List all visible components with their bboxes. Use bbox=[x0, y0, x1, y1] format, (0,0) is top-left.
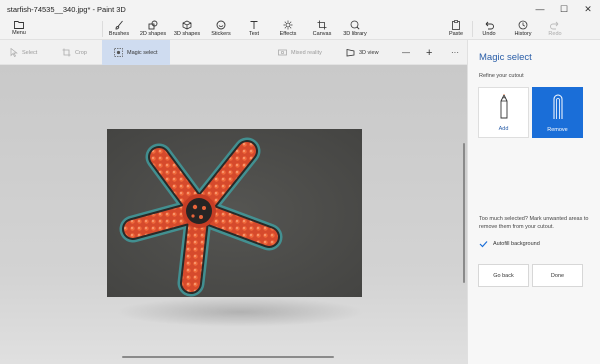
tool-label: 2D shapes bbox=[139, 31, 167, 37]
window-title: starfish-74535__340.jpg* - Paint 3D bbox=[7, 4, 126, 14]
add-label: Add bbox=[498, 126, 509, 132]
more-options-button[interactable]: ··· bbox=[451, 40, 459, 65]
zoom-out-button[interactable]: — bbox=[402, 40, 410, 65]
history-icon bbox=[518, 20, 528, 30]
sticker-icon bbox=[216, 20, 226, 30]
horizontal-scrollbar[interactable] bbox=[122, 356, 334, 358]
starfish-illustration bbox=[107, 129, 362, 297]
panel-title: Magic select bbox=[479, 52, 532, 63]
redo-button[interactable]: Redo bbox=[544, 18, 566, 40]
help-text: Too much selected? Mark unwanted areas t… bbox=[479, 216, 589, 230]
redo-label: Redo bbox=[548, 31, 562, 37]
ribbon-divider bbox=[472, 21, 473, 37]
remove-label: Remove bbox=[547, 127, 568, 133]
magic-select-tool[interactable]: Magic select bbox=[102, 40, 170, 65]
folder-icon bbox=[14, 21, 24, 29]
tool-label: 3D shapes bbox=[173, 31, 201, 37]
tool-stickers[interactable]: Stickers bbox=[206, 18, 236, 40]
checkmark-icon bbox=[479, 241, 488, 248]
done-button[interactable]: Done bbox=[532, 264, 583, 287]
sun-icon bbox=[283, 20, 293, 30]
history-label: History bbox=[514, 31, 532, 37]
canvas-shadow bbox=[115, 297, 365, 327]
crop-label: Crop bbox=[75, 49, 87, 56]
tool-2d-shapes[interactable]: 2D shapes bbox=[136, 18, 170, 40]
tool-options-bar: Select Crop Magic select Mixed reality 3… bbox=[0, 40, 467, 65]
crop-icon bbox=[62, 48, 71, 57]
canvas-area[interactable] bbox=[0, 65, 467, 364]
vertical-scrollbar[interactable] bbox=[463, 143, 465, 283]
undo-label: Undo bbox=[482, 31, 496, 37]
undo-icon bbox=[485, 21, 494, 30]
autofill-label: Autofill background bbox=[493, 241, 540, 247]
tool-canvas[interactable]: Canvas bbox=[308, 18, 336, 40]
add-button[interactable]: Add bbox=[478, 87, 529, 138]
magic-select-panel: Magic select Refine your cutout Add Remo… bbox=[467, 40, 600, 364]
magic-select-icon bbox=[114, 48, 123, 57]
tool-label: Effects bbox=[279, 31, 297, 37]
select-tool[interactable]: Select bbox=[10, 40, 37, 65]
mixed-reality-label: Mixed reality bbox=[291, 49, 322, 56]
menu-label: Menu bbox=[12, 30, 26, 36]
starfish-image[interactable] bbox=[107, 129, 362, 297]
cursor-icon bbox=[10, 48, 18, 57]
tool-label: Canvas bbox=[312, 31, 332, 37]
mixed-reality-button[interactable]: Mixed reality bbox=[278, 40, 322, 65]
view-3d-icon bbox=[346, 49, 355, 57]
ribbon: Menu Brushes 2D shapes 3D shapes Sticker… bbox=[0, 18, 600, 40]
tool-3d-shapes[interactable]: 3D shapes bbox=[170, 18, 204, 40]
paste-button[interactable]: Paste bbox=[444, 18, 468, 40]
3d-view-label: 3D view bbox=[359, 49, 379, 56]
eraser-icon bbox=[553, 94, 562, 119]
pencil-icon bbox=[500, 94, 507, 119]
maximize-button[interactable]: ☐ bbox=[552, 0, 576, 18]
remove-button[interactable]: Remove bbox=[532, 87, 583, 138]
minimize-button[interactable]: — bbox=[528, 0, 552, 18]
select-label: Select bbox=[22, 49, 38, 56]
tool-effects[interactable]: Effects bbox=[274, 18, 302, 40]
menu-button[interactable]: Menu bbox=[6, 18, 32, 40]
tool-label: Brushes bbox=[108, 31, 130, 37]
canvas-icon bbox=[317, 20, 327, 30]
brush-icon bbox=[115, 20, 123, 30]
go-back-button[interactable]: Go back bbox=[478, 264, 529, 287]
title-bar: starfish-74535__340.jpg* - Paint 3D — ☐ … bbox=[0, 0, 600, 18]
tool-label: 3D library bbox=[343, 31, 367, 37]
3d-view-button[interactable]: 3D view bbox=[346, 40, 379, 65]
magic-select-label: Magic select bbox=[127, 49, 158, 56]
undo-button[interactable]: Undo bbox=[478, 18, 500, 40]
panel-subtitle: Refine your cutout bbox=[479, 73, 524, 79]
autofill-background-checkbox[interactable]: Autofill background bbox=[479, 240, 540, 248]
tool-3d-library[interactable]: 3D library bbox=[338, 18, 372, 40]
tool-brushes[interactable]: Brushes bbox=[106, 18, 132, 40]
close-button[interactable]: ✕ bbox=[576, 0, 600, 18]
mixed-reality-icon bbox=[278, 49, 287, 56]
clipboard-icon bbox=[452, 20, 460, 30]
ribbon-divider bbox=[102, 21, 103, 37]
shapes-3d-icon bbox=[182, 20, 192, 30]
history-button[interactable]: History bbox=[510, 18, 536, 40]
crop-tool[interactable]: Crop bbox=[62, 40, 87, 65]
tool-label: Stickers bbox=[211, 31, 231, 37]
tool-text[interactable]: Text bbox=[243, 18, 265, 40]
text-icon bbox=[250, 21, 258, 29]
paste-label: Paste bbox=[448, 31, 464, 37]
tool-label: Text bbox=[248, 31, 260, 37]
library-icon bbox=[350, 20, 360, 30]
shapes-2d-icon bbox=[148, 20, 158, 30]
zoom-in-button[interactable]: + bbox=[426, 40, 432, 65]
redo-icon bbox=[550, 21, 559, 30]
